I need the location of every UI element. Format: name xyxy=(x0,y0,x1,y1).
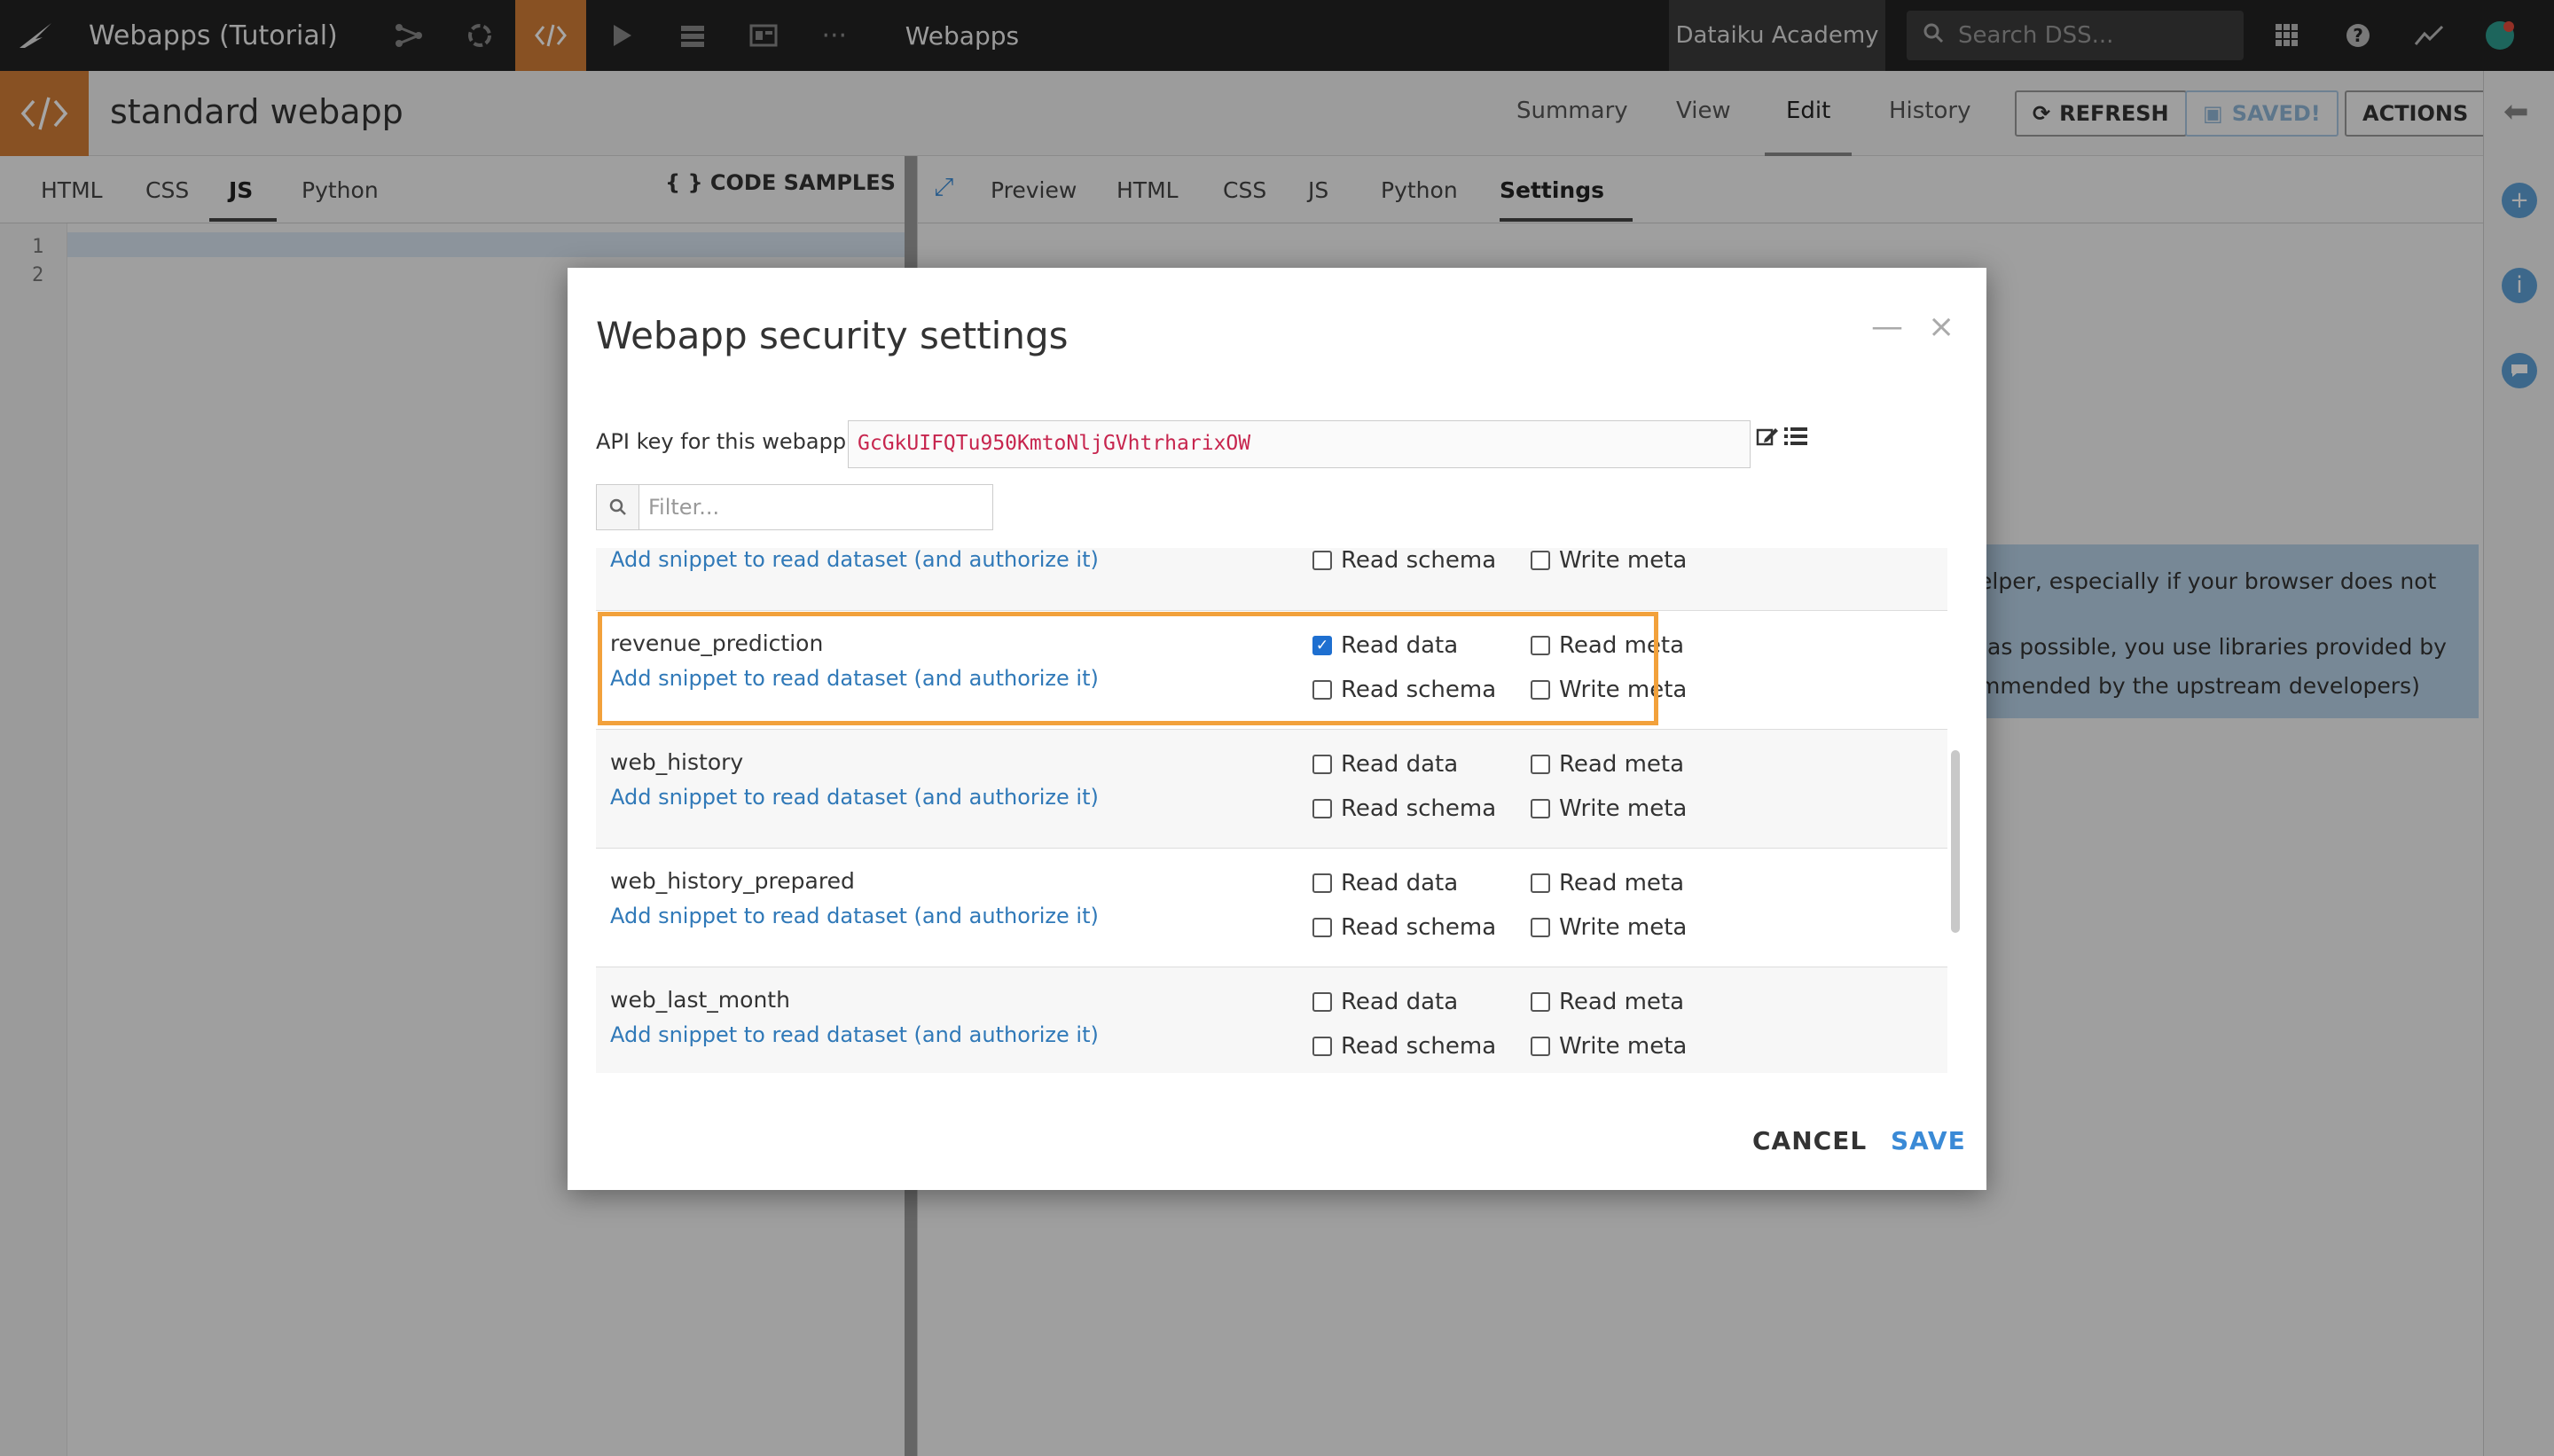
checkbox-box[interactable] xyxy=(1531,799,1550,818)
read-data-checkbox[interactable]: ✓ Read data xyxy=(1312,632,1458,659)
checkbox-label: Read schema xyxy=(1341,677,1497,703)
checkbox-box[interactable] xyxy=(1531,680,1550,700)
search-icon xyxy=(597,485,639,529)
dataset-row: web_last_month Add snippet to read datas… xyxy=(596,967,1947,1073)
write-meta-checkbox[interactable]: Write meta xyxy=(1531,548,1687,574)
checkbox-label: Read schema xyxy=(1341,795,1497,822)
read-schema-checkbox[interactable]: Read schema xyxy=(1312,914,1496,941)
close-icon[interactable]: × xyxy=(1928,309,1955,345)
checkbox-label: Read meta xyxy=(1559,870,1685,896)
read-data-checkbox[interactable]: Read data xyxy=(1312,989,1458,1015)
checkbox-label: Read schema xyxy=(1341,914,1497,941)
edit-icon[interactable] xyxy=(1756,426,1779,453)
add-snippet-link[interactable]: Add snippet to read dataset (and authori… xyxy=(610,1022,1099,1047)
api-key-label: API key for this webapp: xyxy=(596,429,854,454)
checkbox-label: Write meta xyxy=(1559,548,1688,574)
checkbox-label: Read data xyxy=(1341,751,1459,778)
read-schema-checkbox[interactable]: Read schema xyxy=(1312,677,1496,703)
checkbox-label: Read data xyxy=(1341,870,1459,896)
read-meta-checkbox[interactable]: Read meta xyxy=(1531,989,1684,1015)
checkbox-label: Read data xyxy=(1341,989,1459,1015)
write-meta-checkbox[interactable]: Write meta xyxy=(1531,677,1687,703)
checkbox-box[interactable] xyxy=(1531,551,1550,570)
checkbox-box[interactable] xyxy=(1312,992,1332,1012)
dataset-row: web_history Add snippet to read dataset … xyxy=(596,729,1947,848)
list-scrollbar[interactable] xyxy=(1951,750,1960,933)
write-meta-checkbox[interactable]: Write meta xyxy=(1531,795,1687,822)
checkbox-box[interactable] xyxy=(1531,755,1550,774)
checkbox-box[interactable] xyxy=(1312,551,1332,570)
add-snippet-link[interactable]: Add snippet to read dataset (and authori… xyxy=(610,904,1099,928)
add-snippet-link[interactable]: Add snippet to read dataset (and authori… xyxy=(610,785,1099,810)
read-schema-checkbox[interactable]: Read schema xyxy=(1312,1033,1496,1060)
checkbox-label: Write meta xyxy=(1559,914,1688,941)
modal-title: Webapp security settings xyxy=(596,314,1069,357)
checkbox-label: Write meta xyxy=(1559,677,1688,703)
checkbox-box[interactable] xyxy=(1531,918,1550,937)
checkbox-box[interactable] xyxy=(1531,992,1550,1012)
checkbox-label: Read data xyxy=(1341,632,1459,659)
dataset-name: revenue_prediction xyxy=(610,630,824,656)
checkbox-box[interactable] xyxy=(1312,680,1332,700)
checkbox-label: Write meta xyxy=(1559,795,1688,822)
dataset-row: revenue_prediction Add snippet to read d… xyxy=(596,610,1947,729)
api-key-field[interactable]: GcGkUIFQTu950KmtoNljGVhtrharixOW xyxy=(848,420,1751,468)
checkbox-label: Read schema xyxy=(1341,1033,1497,1060)
read-data-checkbox[interactable]: Read data xyxy=(1312,870,1458,896)
checkbox-box[interactable] xyxy=(1531,1037,1550,1056)
checkbox-box[interactable] xyxy=(1312,1037,1332,1056)
minimize-icon[interactable]: — xyxy=(1871,309,1903,345)
checkbox-label: Read meta xyxy=(1559,632,1685,659)
checkbox-box[interactable] xyxy=(1531,636,1550,655)
read-meta-checkbox[interactable]: Read meta xyxy=(1531,751,1684,778)
security-settings-modal: Webapp security settings — × API key for… xyxy=(568,268,1986,1190)
add-snippet-link[interactable]: Add snippet to read dataset (and authori… xyxy=(610,548,1099,572)
checkbox-box[interactable] xyxy=(1312,755,1332,774)
dataset-name: web_last_month xyxy=(610,987,790,1013)
dataset-name: web_history_prepared xyxy=(610,868,855,894)
filter-box xyxy=(596,484,993,530)
checkbox-box[interactable] xyxy=(1312,873,1332,893)
add-snippet-link[interactable]: Add snippet to read dataset (and authori… xyxy=(610,666,1099,691)
read-data-checkbox[interactable]: Read data xyxy=(1312,751,1458,778)
read-meta-checkbox[interactable]: Read meta xyxy=(1531,632,1684,659)
write-meta-checkbox[interactable]: Write meta xyxy=(1531,1033,1687,1060)
checkbox-label: Read schema xyxy=(1341,548,1497,574)
dataset-permissions-list[interactable]: Add snippet to read dataset (and authori… xyxy=(596,548,1947,1073)
checkbox-box[interactable] xyxy=(1312,918,1332,937)
dataset-row: Add snippet to read dataset (and authori… xyxy=(596,548,1947,610)
cancel-button[interactable]: CANCEL xyxy=(1752,1126,1867,1155)
checkbox-label: Write meta xyxy=(1559,1033,1688,1060)
checkbox-box[interactable] xyxy=(1531,873,1550,893)
save-button[interactable]: SAVE xyxy=(1891,1126,1966,1155)
read-schema-checkbox[interactable]: Read schema xyxy=(1312,795,1496,822)
write-meta-checkbox[interactable]: Write meta xyxy=(1531,914,1687,941)
dataset-row: web_history_prepared Add snippet to read… xyxy=(596,848,1947,967)
filter-input[interactable] xyxy=(639,486,992,528)
dataset-name: web_history xyxy=(610,749,744,775)
checkbox-label: Read meta xyxy=(1559,751,1685,778)
checkbox-box[interactable] xyxy=(1312,799,1332,818)
list-icon[interactable] xyxy=(1784,426,1807,452)
checkbox-box[interactable]: ✓ xyxy=(1312,636,1332,655)
read-meta-checkbox[interactable]: Read meta xyxy=(1531,870,1684,896)
read-schema-checkbox[interactable]: Read schema xyxy=(1312,548,1496,574)
checkbox-label: Read meta xyxy=(1559,989,1685,1015)
